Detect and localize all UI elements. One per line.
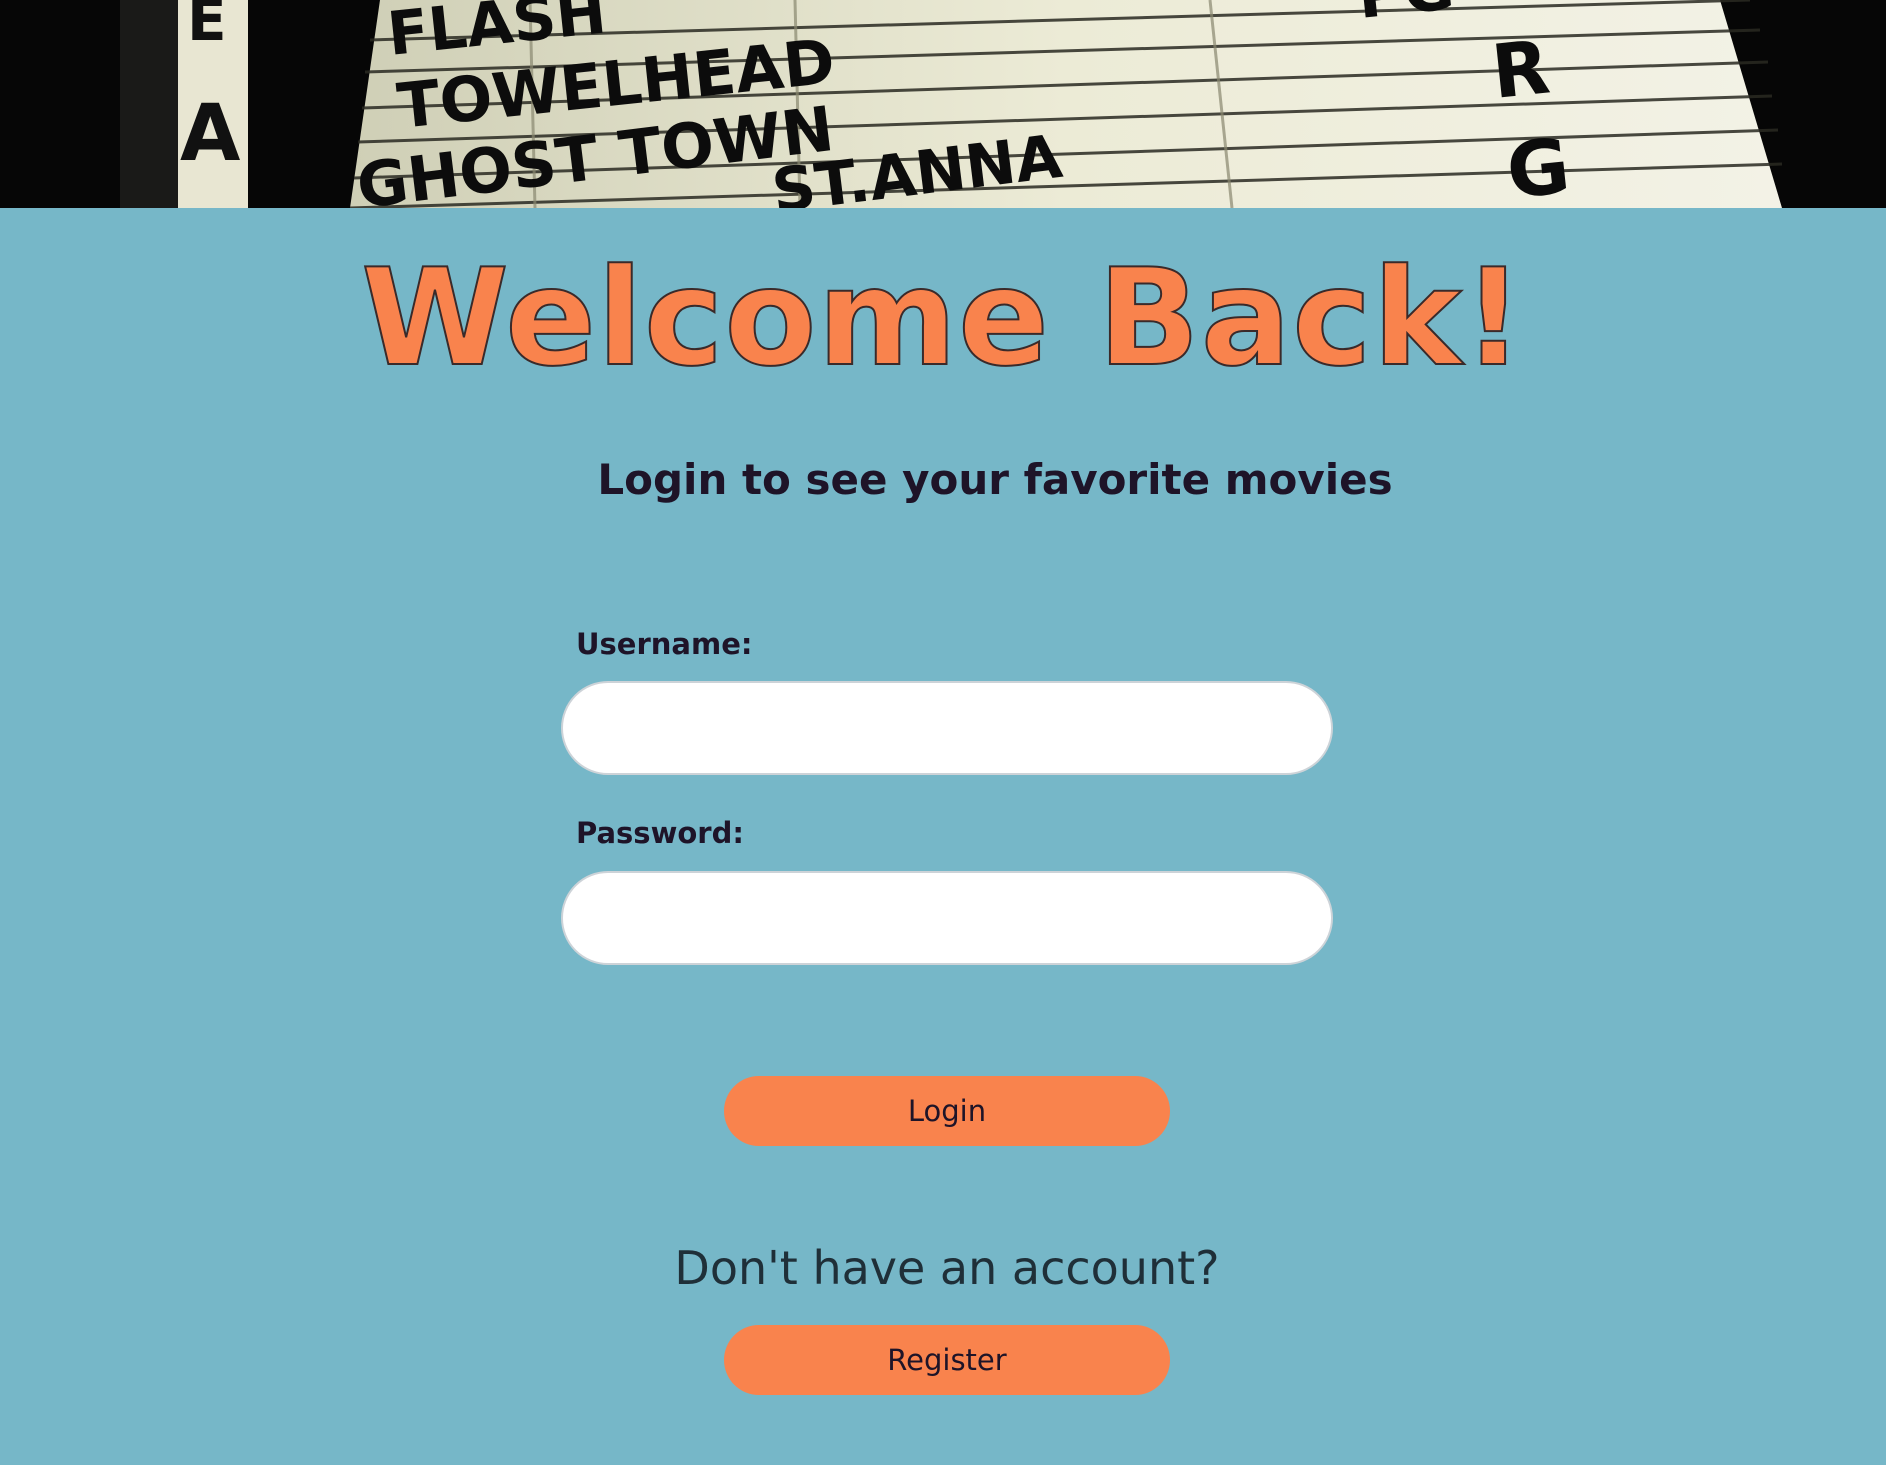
rating-r: R xyxy=(1488,24,1554,115)
welcome-title: Welcome Back! xyxy=(360,239,1525,397)
register-button[interactable]: Register xyxy=(724,1325,1170,1395)
password-label: Password: xyxy=(576,816,744,850)
marquee-illustration: E A FLASH TOWELHEAD GHOST TOWN ST.ANNA P… xyxy=(0,0,1886,208)
rating-g: G xyxy=(1503,121,1574,208)
login-subtitle: Login to see your favorite movies xyxy=(597,455,1393,504)
username-input[interactable] xyxy=(561,681,1333,775)
sign-letter-a: A xyxy=(180,89,240,179)
sign-letter-e: E xyxy=(187,0,227,54)
username-label: Username: xyxy=(576,627,753,661)
login-button[interactable]: Login xyxy=(724,1076,1170,1146)
no-account-prompt: Don't have an account? xyxy=(674,1241,1220,1295)
password-input[interactable] xyxy=(561,871,1333,965)
login-page: E A FLASH TOWELHEAD GHOST TOWN ST.ANNA P… xyxy=(0,0,1886,1465)
marquee-banner-image: E A FLASH TOWELHEAD GHOST TOWN ST.ANNA P… xyxy=(0,0,1886,208)
